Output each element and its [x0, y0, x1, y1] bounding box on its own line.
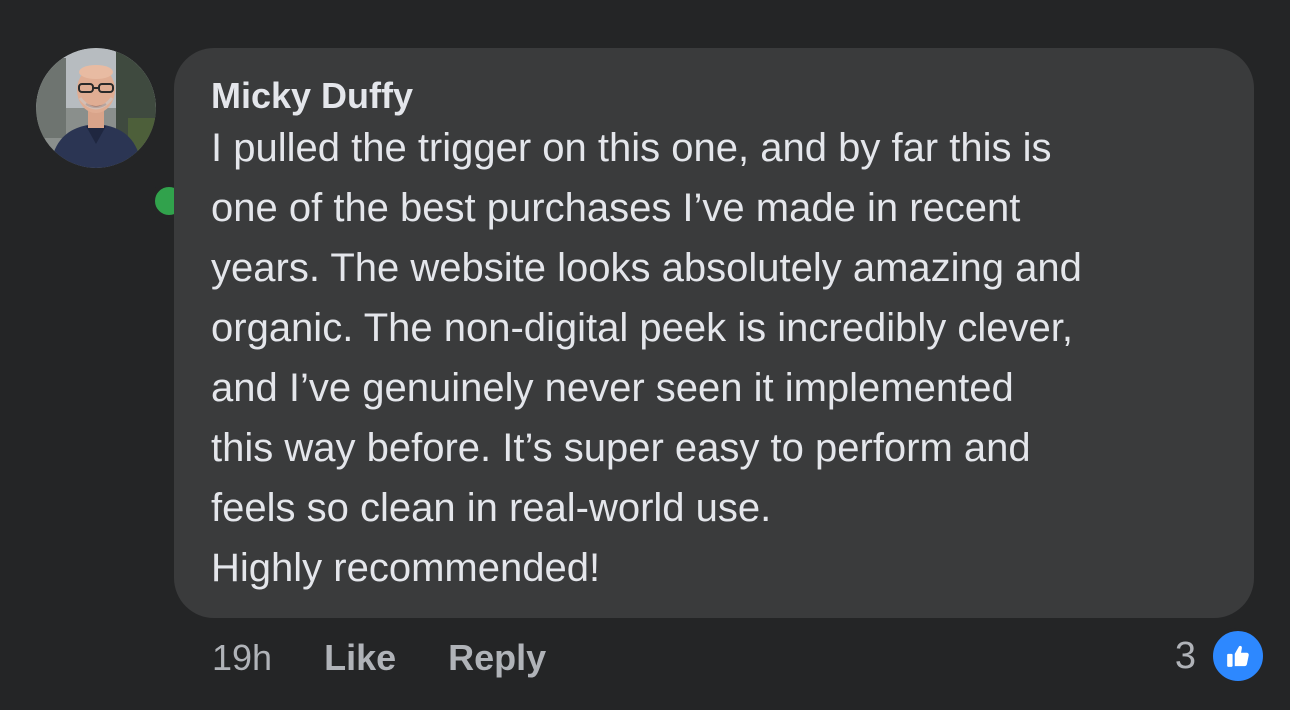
comment-text-line: Highly recommended!	[211, 546, 601, 590]
comment-text: I pulled the trigger on this one, and by…	[211, 118, 1231, 598]
comment-text-line: feels so clean in real-world use.	[211, 486, 772, 530]
comment-text-line: one of the best purchases I’ve made in r…	[211, 186, 1021, 230]
reaction-count: 3	[1174, 634, 1196, 677]
reply-button[interactable]: Reply	[448, 637, 546, 679]
comment-text-line: this way before. It’s super easy to perf…	[211, 426, 1031, 470]
comment-text-line: I pulled the trigger on this one, and by…	[211, 126, 1052, 170]
avatar-photo	[36, 48, 156, 168]
comment-text-line: years. The website looks absolutely amaz…	[211, 246, 1082, 290]
comment-author-name[interactable]: Micky Duffy	[211, 74, 413, 118]
comment-text-line: and I’ve genuinely never seen it impleme…	[211, 366, 1014, 410]
comment-actions: 19h Like Reply	[212, 632, 598, 684]
like-button[interactable]: Like	[324, 637, 396, 679]
comment-bubble: Micky Duffy I pulled the trigger on this…	[174, 48, 1254, 618]
comment-text-line: organic. The non-digital peek is incredi…	[211, 306, 1073, 350]
comment-timestamp[interactable]: 19h	[212, 637, 272, 679]
avatar[interactable]	[36, 48, 188, 220]
reactions-summary[interactable]: 3	[1175, 628, 1266, 684]
thumbs-up-icon	[1210, 628, 1266, 684]
